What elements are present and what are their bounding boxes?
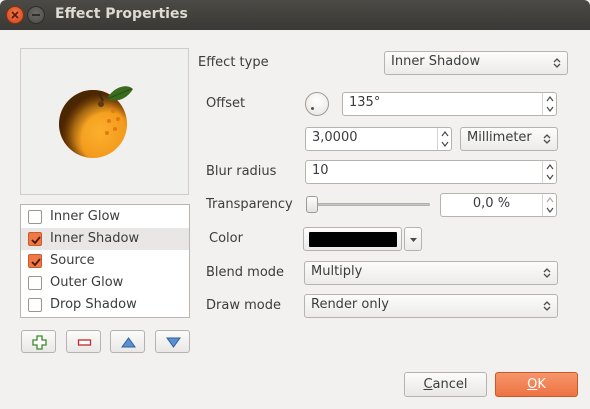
effect-type-value: Inner Shadow xyxy=(391,54,481,69)
blur-radius-value: 10 xyxy=(312,163,329,178)
list-item-source[interactable]: Source xyxy=(21,250,189,272)
list-item-inner-glow[interactable]: Inner Glow xyxy=(21,206,189,228)
offset-label: Offset xyxy=(206,96,246,111)
arrow-up-icon xyxy=(121,337,136,348)
chevron-down-icon xyxy=(410,238,417,242)
offset-angle-dial[interactable] xyxy=(305,92,329,116)
spin-down-icon xyxy=(441,141,449,147)
spin-down-icon xyxy=(546,207,554,213)
orange-preview-image xyxy=(59,86,133,158)
updown-arrows-icon xyxy=(543,268,551,278)
checkmark-icon xyxy=(31,258,41,267)
spin-up-icon xyxy=(546,164,554,170)
draw-mode-value: Render only xyxy=(311,297,389,312)
transparency-spinbox[interactable]: 0,0 % xyxy=(440,193,557,217)
cancel-button[interactable]: Cancel xyxy=(404,372,487,397)
spin-arrows[interactable] xyxy=(542,161,556,183)
updown-arrows-icon xyxy=(553,58,561,68)
outer-glow-checkbox[interactable] xyxy=(28,276,42,290)
offset-unit-value: Millimeter xyxy=(467,130,532,145)
move-up-button[interactable] xyxy=(110,330,145,353)
cancel-mnemonic: C xyxy=(423,377,433,392)
color-menu-button[interactable] xyxy=(404,227,422,251)
transparency-slider-track[interactable] xyxy=(312,203,430,206)
draw-mode-combo[interactable]: Render only xyxy=(304,294,558,318)
spin-up-icon xyxy=(441,131,449,137)
offset-unit-combo[interactable]: Millimeter xyxy=(460,127,558,151)
offset-angle-spinbox[interactable]: 135° xyxy=(342,92,557,116)
list-item-label: Inner Glow xyxy=(50,209,121,224)
close-window-button[interactable] xyxy=(6,6,24,24)
add-effect-button[interactable] xyxy=(21,330,56,353)
spin-arrows[interactable] xyxy=(542,194,556,216)
minimize-window-button[interactable] xyxy=(27,6,45,24)
spin-down-icon xyxy=(546,106,554,112)
close-icon xyxy=(11,11,19,19)
transparency-value: 0,0 % xyxy=(472,196,511,211)
effect-preview xyxy=(20,48,189,195)
list-item-inner-shadow[interactable]: Inner Shadow xyxy=(21,228,189,250)
offset-distance-spinbox[interactable]: 3,0000 xyxy=(305,127,452,151)
updown-arrows-icon xyxy=(543,301,551,311)
blend-mode-combo[interactable]: Multiply xyxy=(304,261,558,285)
color-swatch xyxy=(309,232,397,247)
effect-type-label: Effect type xyxy=(198,55,269,70)
drop-shadow-checkbox[interactable] xyxy=(28,298,42,312)
offset-distance-value: 3,0000 xyxy=(312,130,358,145)
list-item-drop-shadow[interactable]: Drop Shadow xyxy=(21,294,189,316)
spin-up-icon xyxy=(546,96,554,102)
list-item-label: Outer Glow xyxy=(50,275,124,290)
list-item-label: Source xyxy=(50,253,95,268)
arrow-down-icon xyxy=(166,337,181,348)
blend-mode-value: Multiply xyxy=(311,264,363,279)
spin-down-icon xyxy=(546,174,554,180)
cancel-label: ancel xyxy=(432,377,468,392)
checkmark-icon xyxy=(31,236,41,245)
offset-angle-value: 135° xyxy=(349,95,381,110)
remove-effect-button[interactable] xyxy=(66,330,101,353)
color-label: Color xyxy=(209,231,243,246)
plus-icon xyxy=(32,335,47,350)
draw-mode-label: Draw mode xyxy=(206,298,281,313)
dial-indicator xyxy=(311,107,314,110)
updown-arrows-icon xyxy=(543,134,551,144)
transparency-label: Transparency xyxy=(206,197,293,212)
blur-radius-label: Blur radius xyxy=(206,164,277,179)
minimize-icon xyxy=(32,14,40,16)
effects-list: Inner Glow Inner Shadow Source Outer Glo… xyxy=(20,204,190,318)
source-checkbox[interactable] xyxy=(28,254,42,268)
spin-up-icon xyxy=(546,197,554,203)
list-item-label: Drop Shadow xyxy=(50,297,137,312)
ok-mnemonic: O xyxy=(527,377,538,392)
list-item-outer-glow[interactable]: Outer Glow xyxy=(21,272,189,294)
blend-mode-label: Blend mode xyxy=(206,265,285,280)
list-item-label: Inner Shadow xyxy=(50,231,140,246)
color-picker-button[interactable] xyxy=(303,227,402,251)
inner-shadow-checkbox[interactable] xyxy=(28,232,42,246)
blur-radius-spinbox[interactable]: 10 xyxy=(305,160,557,184)
effect-type-combo[interactable]: Inner Shadow xyxy=(384,51,568,75)
minus-icon xyxy=(77,339,92,346)
inner-glow-checkbox[interactable] xyxy=(28,210,42,224)
window-title: Effect Properties xyxy=(55,6,188,22)
transparency-slider-handle[interactable] xyxy=(306,196,318,213)
title-bar: Effect Properties xyxy=(0,0,590,30)
ok-button[interactable]: OK xyxy=(495,372,578,397)
spin-arrows[interactable] xyxy=(542,93,556,115)
spin-arrows[interactable] xyxy=(437,128,451,150)
effect-properties-dialog: Effect Properties Inner Glow Inner Shado… xyxy=(0,0,590,409)
move-down-button[interactable] xyxy=(155,330,190,353)
ok-label: K xyxy=(537,377,546,392)
